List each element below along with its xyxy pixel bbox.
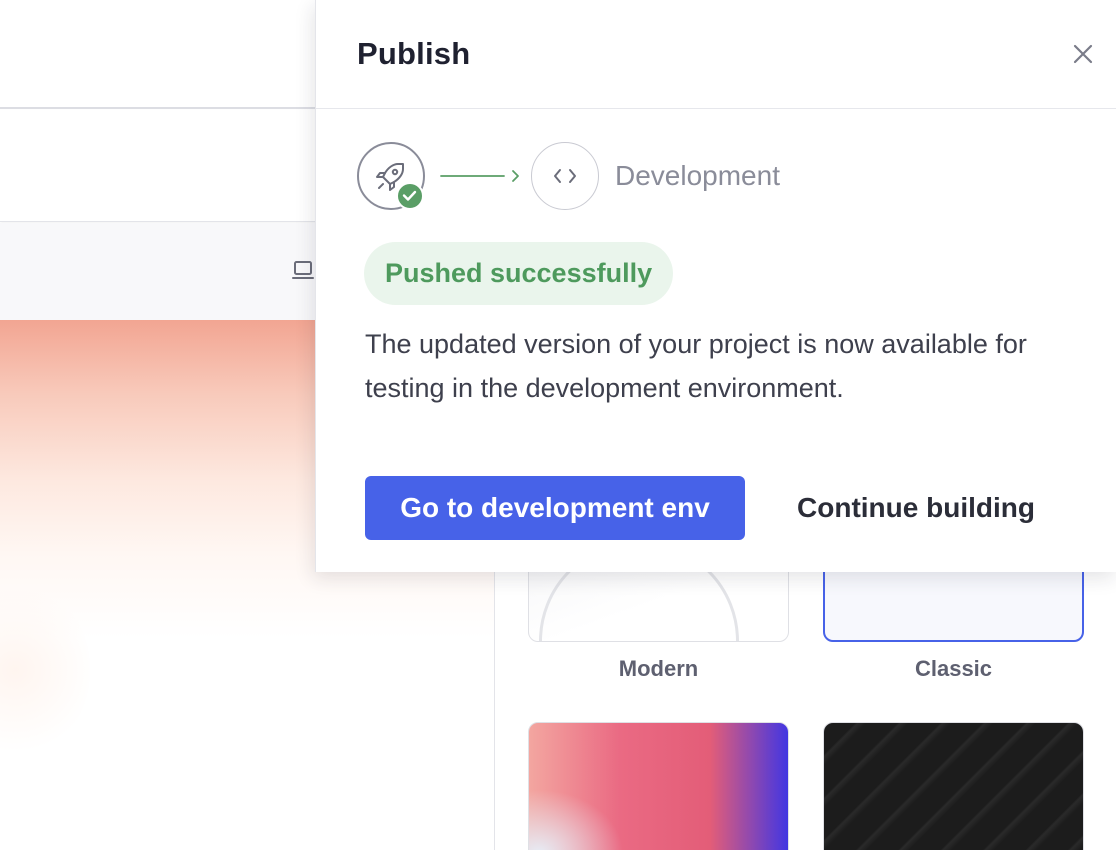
desktop-device-icon[interactable] <box>291 258 315 282</box>
theme-card-gradient[interactable] <box>528 722 789 850</box>
continue-building-button[interactable]: Continue building <box>773 476 1059 540</box>
canvas-decoration <box>0 580 90 760</box>
close-icon[interactable] <box>1069 40 1097 68</box>
go-to-development-button[interactable]: Go to development env <box>365 476 745 540</box>
theme-card-dark[interactable] <box>823 722 1084 850</box>
status-badge: Pushed successfully <box>364 242 674 305</box>
step-connector-arrow <box>440 170 519 182</box>
theme-label-modern: Modern <box>618 656 699 681</box>
checkmark-icon <box>396 182 424 210</box>
publish-dialog: Publish Development Pushed successfully … <box>315 0 1116 572</box>
code-brackets-icon <box>553 168 576 183</box>
publish-dialog-header: Publish <box>316 0 1116 109</box>
dialog-title: Publish <box>357 36 471 71</box>
publish-step-target <box>531 142 599 210</box>
dialog-description: The updated version of your project is n… <box>365 329 1027 403</box>
theme-label-classic: Classic <box>914 656 993 681</box>
target-environment-label: Development <box>615 160 780 191</box>
